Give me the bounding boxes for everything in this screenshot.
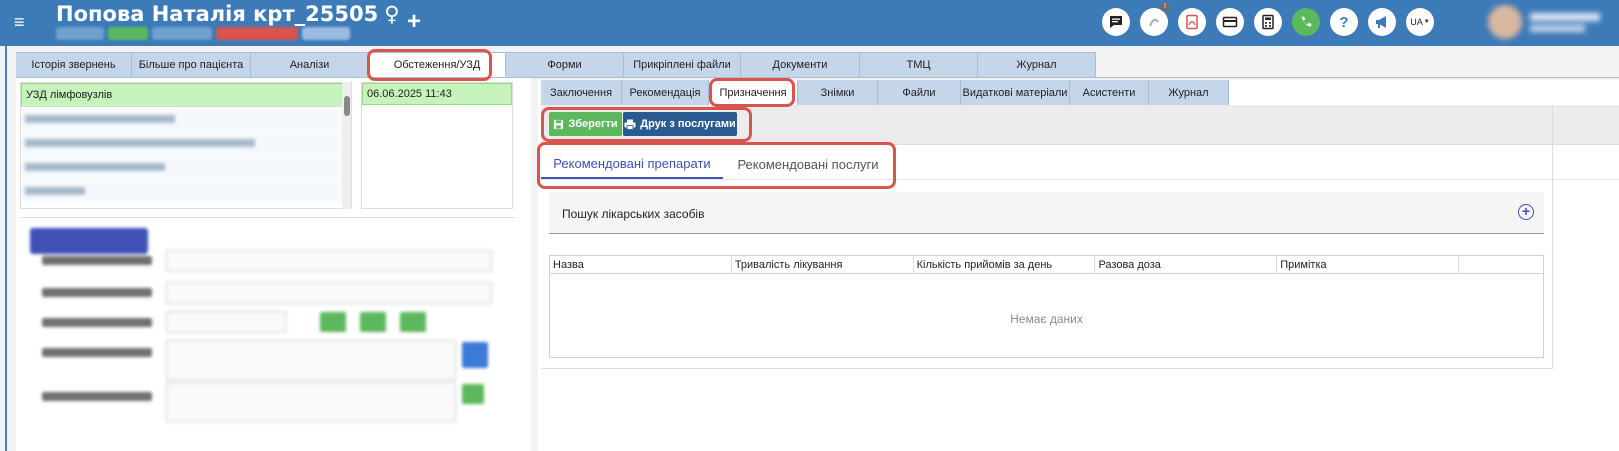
list-item-selected[interactable]: УЗД лімфовузлів (21, 83, 351, 107)
language-selector[interactable]: UA ▼ (1406, 8, 1434, 36)
tab-documents[interactable]: Документи (741, 52, 860, 77)
column-header-name[interactable]: Назва (550, 256, 732, 273)
form-green-button[interactable] (400, 312, 426, 332)
form-textarea[interactable] (166, 340, 456, 380)
list-item-redacted[interactable] (21, 131, 351, 155)
caret-down-icon: ▼ (1423, 19, 1430, 25)
tab-attached-files[interactable]: Прикріплені файли (624, 52, 741, 77)
add-tab-icon[interactable]: + (407, 8, 421, 36)
form-label (42, 392, 152, 401)
panel-divider (20, 217, 515, 218)
announce-icon[interactable] (1368, 8, 1396, 36)
avatar (1488, 5, 1522, 39)
tab-assistants[interactable]: Асистенти (1070, 80, 1149, 105)
content-border-right (1552, 106, 1553, 368)
column-header-duration[interactable]: Тривалість лікування (732, 256, 914, 273)
form-field[interactable] (166, 282, 492, 304)
form-field[interactable] (166, 250, 492, 272)
form-textarea[interactable] (166, 382, 456, 422)
form-green-button[interactable] (360, 312, 386, 332)
form-green-button[interactable] (462, 384, 484, 404)
highlight-toolbar-buttons (541, 107, 752, 142)
examinations-list: УЗД лімфовузлів (20, 82, 352, 209)
form-label (42, 256, 152, 265)
call-log-icon[interactable] (1140, 8, 1168, 36)
tab-patient-more[interactable]: Більше про пацієнта (132, 52, 251, 77)
tab-history[interactable]: Історія звернень (16, 52, 132, 77)
column-header-single-dose[interactable]: Разова доза (1095, 256, 1278, 273)
tab-images[interactable]: Знімки (798, 80, 878, 105)
patient-name: Попова Наталія крт_25505 (56, 2, 379, 26)
highlight-prescription-tab (709, 78, 795, 107)
column-header-actions (1459, 256, 1543, 273)
form-green-button[interactable] (320, 312, 346, 332)
tab-tmc[interactable]: ТМЦ (860, 52, 978, 77)
form-label (42, 348, 152, 357)
main-tabs: Історія звернень Більше про пацієнта Ана… (16, 52, 1096, 77)
left-border (5, 46, 7, 451)
top-bar: ≡ Попова Наталія крт_25505 ♀ + ! ? UA ▼ (0, 0, 1619, 46)
tab-consumables[interactable]: Видаткові матеріали (961, 80, 1070, 105)
help-icon[interactable]: ? (1330, 8, 1358, 36)
tab-recommendation[interactable]: Рекомендація (622, 80, 709, 105)
tab-conclusion[interactable]: Заключення (541, 80, 622, 105)
patient-info-redacted (56, 27, 350, 40)
tab-sub-journal[interactable]: Журнал (1149, 80, 1229, 105)
form-field[interactable] (166, 311, 286, 333)
calculator-icon[interactable] (1254, 8, 1282, 36)
empty-table-message: Немає даних (1010, 312, 1083, 326)
column-header-note[interactable]: Примітка (1277, 256, 1460, 273)
tab-forms[interactable]: Форми (506, 52, 624, 77)
patient-title: Попова Наталія крт_25505 ♀ (56, 2, 400, 26)
column-header-intakes-per-day[interactable]: Кількість прийомів за день (914, 256, 1096, 273)
sub-tabs: Заключення Рекомендація Призначення Знім… (541, 80, 1229, 105)
table-header: Назва Тривалість лікування Кількість при… (550, 256, 1543, 274)
list-item-redacted[interactable] (21, 155, 351, 179)
examination-form-redacted (24, 222, 514, 451)
highlight-inner-tabs (537, 142, 896, 189)
tab-journal[interactable]: Журнал (978, 52, 1096, 77)
tab-files[interactable]: Файли (878, 80, 961, 105)
drugs-table: Назва Тривалість лікування Кількість при… (549, 255, 1544, 358)
card-icon[interactable] (1216, 8, 1244, 36)
user-profile-redacted[interactable] (1488, 5, 1613, 41)
phone-icon[interactable] (1292, 8, 1320, 36)
list-item-redacted[interactable] (21, 107, 351, 131)
pdf-icon[interactable] (1178, 8, 1206, 36)
content-border-bottom (541, 368, 1553, 369)
form-label (42, 288, 152, 297)
list-item-redacted[interactable] (21, 179, 351, 203)
add-circle-icon[interactable]: + (1518, 204, 1534, 220)
highlight-examinations-tab (367, 49, 492, 81)
form-action-button[interactable] (30, 228, 148, 254)
menu-icon[interactable]: ≡ (14, 12, 25, 33)
form-blue-button[interactable] (462, 342, 488, 368)
notification-badge: ! (1160, 2, 1170, 12)
dates-list: 06.06.2025 11:43 (361, 82, 513, 209)
drug-search-section: Пошук лікарських засобів + (549, 192, 1544, 234)
drug-search-title: Пошук лікарських засобів (562, 207, 705, 221)
female-icon: ♀ (384, 2, 400, 26)
date-item-selected[interactable]: 06.06.2025 11:43 (362, 83, 512, 105)
list-scrollbar-thumb[interactable] (344, 96, 350, 116)
form-label (42, 318, 152, 327)
language-label: UA (1410, 17, 1423, 27)
chat-icon[interactable] (1102, 8, 1130, 36)
tab-analyses[interactable]: Аналізи (251, 52, 369, 77)
